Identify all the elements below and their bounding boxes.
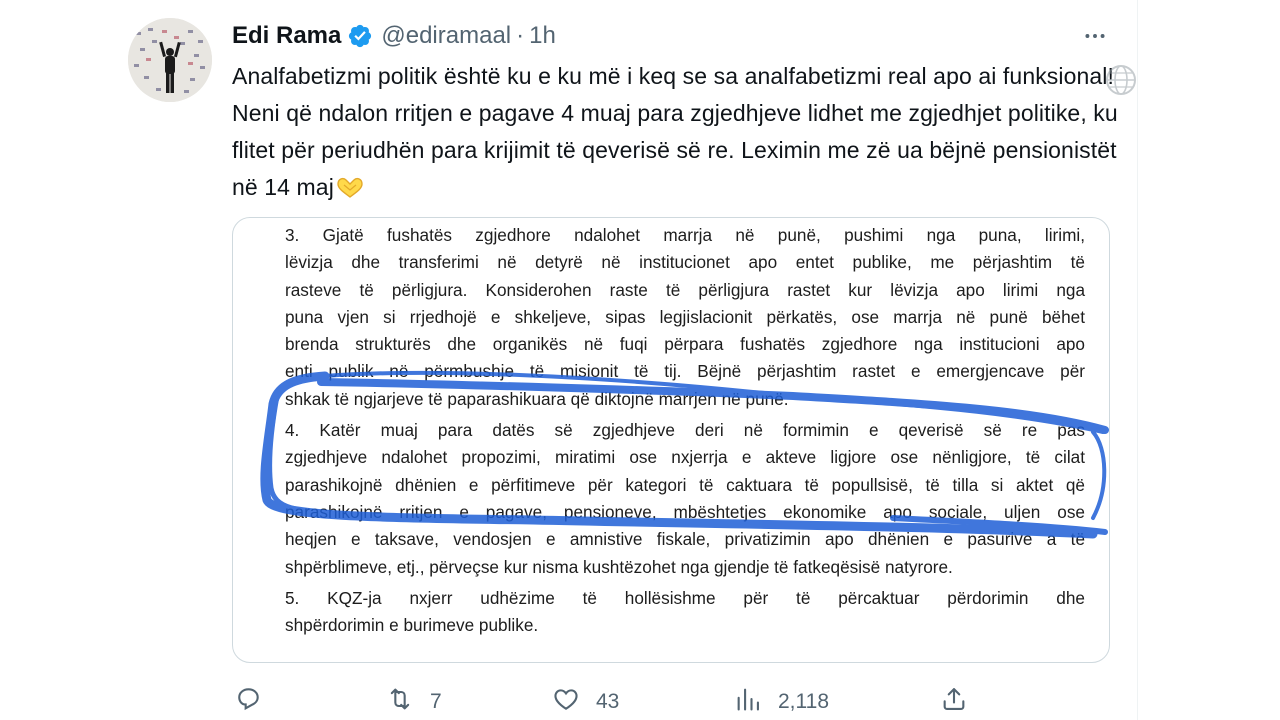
doc-line: shkak të ngjarjeve të paparashikuara që … bbox=[285, 388, 789, 409]
views-count: 2,118 bbox=[778, 690, 829, 713]
tweet-header: Edi Rama @ediramaal · 1h bbox=[232, 20, 556, 52]
doc-line: shpërdorimin e burimeve publike. bbox=[285, 615, 539, 636]
column-divider bbox=[1137, 0, 1138, 720]
globe-icon bbox=[1095, 62, 1137, 98]
doc-line: enti publik në përmbushje të misionit të… bbox=[285, 361, 1085, 382]
doc-line: zgjedhjeve ndalohet propozimi, miratimi … bbox=[285, 447, 1085, 468]
views-button[interactable]: 2,118 bbox=[734, 682, 829, 720]
verified-badge-icon bbox=[347, 23, 373, 49]
heart-hands-emoji-icon bbox=[335, 172, 365, 198]
retweet-count: 7 bbox=[430, 690, 442, 713]
reply-button[interactable] bbox=[234, 682, 278, 720]
more-horizontal-icon[interactable] bbox=[1078, 22, 1112, 50]
share-button[interactable] bbox=[940, 682, 968, 720]
doc-line: heqjen e taksave, vendosjen e amnistive … bbox=[285, 529, 1085, 550]
doc-line: puna vjen si rrjedhojë e shkeljeve, sipa… bbox=[285, 306, 1085, 327]
doc-line: 3. Gjatë fushatës zgjedhore ndalohet mar… bbox=[285, 225, 1085, 245]
tweet[interactable]: Edi Rama @ediramaal · 1h Analfabetizmi p… bbox=[0, 0, 1137, 720]
document-text: 3. Gjatë fushatës zgjedhore ndalohet mar… bbox=[285, 222, 1085, 639]
doc-line: 4. Katër muaj para datës së zgjedhjeve d… bbox=[285, 420, 1085, 441]
like-count: 43 bbox=[596, 690, 620, 713]
doc-line: parashikojnë dhënien e përfitimeve për k… bbox=[285, 474, 1085, 495]
author-name[interactable]: Edi Rama bbox=[232, 22, 341, 50]
doc-line: lëvizja dhe transferimi në detyrë në ins… bbox=[285, 252, 1085, 273]
share-icon bbox=[940, 685, 968, 719]
retweet-icon bbox=[386, 685, 414, 719]
retweet-button[interactable]: 7 bbox=[386, 682, 442, 720]
tweet-actions-bar: 7 43 2,118 bbox=[232, 682, 972, 720]
like-icon bbox=[552, 685, 580, 719]
views-icon bbox=[734, 685, 762, 719]
like-button[interactable]: 43 bbox=[552, 682, 619, 720]
avatar[interactable] bbox=[128, 18, 212, 102]
timestamp[interactable]: 1h bbox=[529, 22, 556, 50]
doc-line: brenda strukturës dhe organikës në fuqi … bbox=[285, 334, 1085, 355]
doc-line: shpërblimeve, etj., përveçse kur nisma k… bbox=[285, 556, 953, 577]
doc-line: rasteve të përligjura. Konsiderohen rast… bbox=[285, 279, 1085, 300]
reply-icon bbox=[234, 685, 262, 719]
tweet-text: Analfabetizmi politik është ku e ku më i… bbox=[232, 58, 1132, 206]
author-handle[interactable]: @ediramaal bbox=[381, 22, 511, 50]
doc-line: parashikojnë rritjen e pagave, pensionev… bbox=[285, 501, 1085, 522]
separator-dot: · bbox=[516, 22, 525, 49]
attached-document-image[interactable]: 3. Gjatë fushatës zgjedhore ndalohet mar… bbox=[232, 217, 1110, 663]
doc-line: 5. KQZ-ja nxjerr udhëzime të hollësishme… bbox=[285, 587, 1085, 608]
